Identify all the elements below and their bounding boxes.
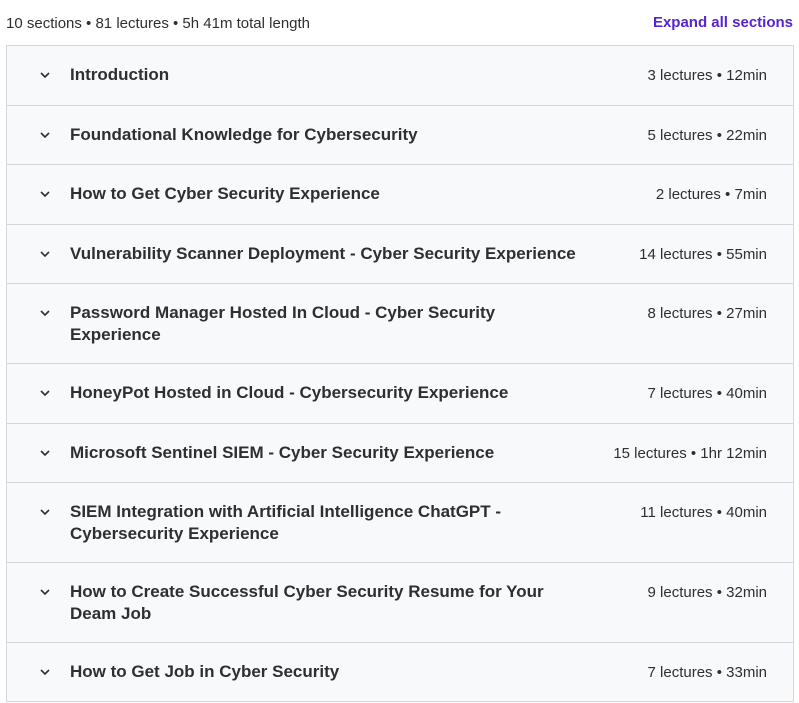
section-item[interactable]: How to Get Cyber Security Experience 2 l… bbox=[7, 165, 793, 225]
section-title: How to Get Cyber Security Experience bbox=[70, 184, 380, 203]
curriculum-header: 10 sections • 81 lectures • 5h 41m total… bbox=[0, 0, 799, 45]
section-title: Password Manager Hosted In Cloud - Cyber… bbox=[70, 303, 496, 322]
chevron-down-icon bbox=[39, 69, 51, 81]
chevron-down-icon bbox=[39, 248, 51, 260]
expand-all-sections-button[interactable]: Expand all sections bbox=[653, 14, 793, 31]
section-title: Foundational Knowledge for Cybersecurity bbox=[70, 125, 418, 144]
section-meta: 5 lectures • 22min bbox=[647, 127, 767, 144]
section-item[interactable]: SIEM Integration with Artificial Intelli… bbox=[7, 483, 793, 563]
section-title-continued: Deam Job bbox=[70, 604, 152, 623]
section-meta: 7 lectures • 40min bbox=[647, 385, 767, 402]
curriculum-summary: 10 sections • 81 lectures • 5h 41m total… bbox=[6, 15, 311, 32]
chevron-down-icon bbox=[39, 307, 51, 319]
section-list: Introduction 3 lectures • 12min Foundati… bbox=[6, 45, 794, 702]
chevron-down-icon bbox=[39, 506, 51, 518]
section-item[interactable]: How to Create Successful Cyber Security … bbox=[7, 563, 793, 643]
section-meta: 14 lectures • 55min bbox=[639, 246, 767, 263]
section-meta: 7 lectures • 33min bbox=[647, 664, 767, 681]
section-meta: 9 lectures • 32min bbox=[647, 584, 767, 601]
section-title: Introduction bbox=[70, 65, 170, 84]
section-title: How to Create Successful Cyber Security … bbox=[70, 582, 544, 601]
section-item[interactable]: Introduction 3 lectures • 12min bbox=[7, 46, 793, 106]
section-meta: 2 lectures • 7min bbox=[655, 186, 767, 203]
chevron-down-icon bbox=[39, 447, 51, 459]
section-item[interactable]: HoneyPot Hosted in Cloud - Cybersecurity… bbox=[7, 364, 793, 424]
section-item[interactable]: Foundational Knowledge for Cybersecurity… bbox=[7, 106, 793, 165]
section-meta: 15 lectures • 1hr 12min bbox=[613, 445, 767, 462]
section-meta: 8 lectures • 27min bbox=[647, 305, 767, 322]
section-title-continued: Experience bbox=[70, 325, 161, 344]
section-title: HoneyPot Hosted in Cloud - Cybersecurity… bbox=[70, 383, 509, 402]
chevron-down-icon bbox=[39, 188, 51, 200]
section-title: Microsoft Sentinel SIEM - Cyber Security… bbox=[70, 443, 495, 462]
section-item[interactable]: Vulnerability Scanner Deployment - Cyber… bbox=[7, 225, 793, 284]
section-title: Vulnerability Scanner Deployment - Cyber… bbox=[70, 244, 576, 263]
section-meta: 3 lectures • 12min bbox=[647, 67, 767, 84]
section-meta: 11 lectures • 40min bbox=[640, 504, 767, 521]
section-title: SIEM Integration with Artificial Intelli… bbox=[70, 502, 502, 521]
section-item[interactable]: How to Get Job in Cyber Security 7 lectu… bbox=[7, 643, 793, 702]
chevron-down-icon bbox=[39, 129, 51, 141]
section-item[interactable]: Password Manager Hosted In Cloud - Cyber… bbox=[7, 284, 793, 364]
chevron-down-icon bbox=[39, 666, 51, 678]
section-item[interactable]: Microsoft Sentinel SIEM - Cyber Security… bbox=[7, 424, 793, 483]
section-title: How to Get Job in Cyber Security bbox=[70, 662, 340, 681]
chevron-down-icon bbox=[39, 387, 51, 399]
section-title-continued: Cybersecurity Experience bbox=[70, 524, 279, 543]
chevron-down-icon bbox=[39, 586, 51, 598]
